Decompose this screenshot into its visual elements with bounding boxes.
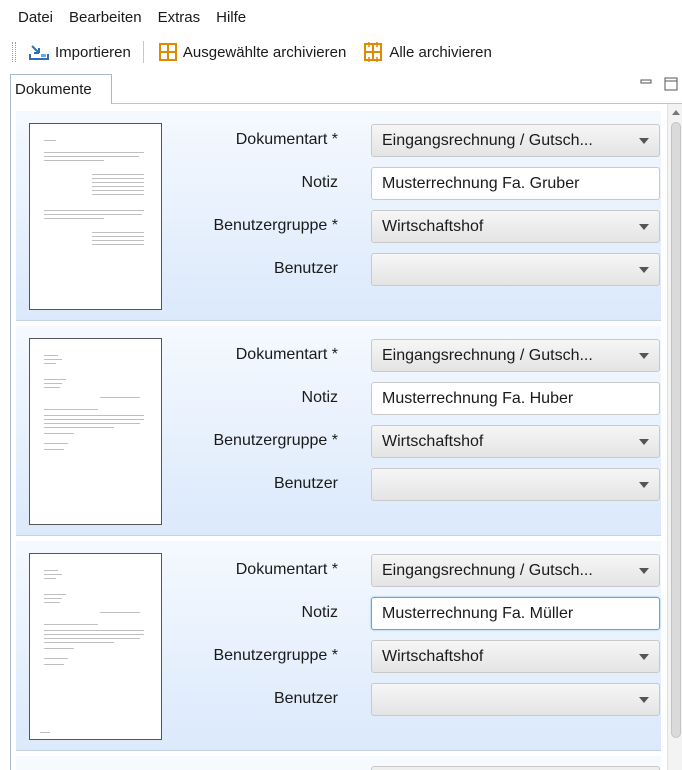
doctype-select[interactable]: Eingangsrechnung / Gutsch... [371, 339, 660, 372]
chevron-down-icon [639, 353, 649, 359]
note-input[interactable]: Musterrechnung Fa. Müller [371, 597, 660, 630]
archive-icon [158, 43, 177, 61]
note-label: Notiz [301, 604, 338, 621]
archive-all-label: Alle archivieren [389, 43, 492, 61]
user-select[interactable] [371, 253, 660, 286]
doctype-select[interactable]: Eingangsrechnung / Gutsch... [371, 554, 660, 587]
chevron-down-icon [639, 482, 649, 488]
note-label: Notiz [301, 389, 338, 406]
doctype-value: Eingangsrechnung / Gutsch... [382, 562, 593, 579]
note-input[interactable]: Musterrechnung Fa. Gruber [371, 167, 660, 200]
import-button[interactable]: Importieren [24, 38, 135, 66]
note-input[interactable]: Musterrechnung Fa. Huber [371, 382, 660, 415]
user-label: Benutzer [273, 475, 338, 492]
chevron-down-icon [639, 568, 649, 574]
document-card: Dokumentart * Eingangsrechnung / Gutsch.… [16, 541, 661, 751]
document-thumbnail[interactable] [29, 553, 162, 740]
chevron-down-icon [639, 224, 649, 230]
doctype-select[interactable]: Eingangsrechnung / Gutsch... [371, 124, 660, 157]
usergroup-value: Wirtschaftshof [382, 433, 484, 450]
doctype-label: Dokumentart * [235, 346, 338, 363]
user-label: Benutzer [273, 690, 338, 707]
archive-all-button[interactable]: Alle archivieren [358, 38, 496, 66]
usergroup-select[interactable]: Wirtschaftshof [371, 210, 660, 243]
usergroup-value: Wirtschaftshof [382, 648, 484, 665]
import-icon [29, 45, 49, 60]
minimize-icon[interactable] [640, 77, 652, 91]
menu-datei[interactable]: Datei [18, 9, 53, 26]
document-card-partial [16, 756, 661, 770]
menu-bearbeiten[interactable]: Bearbeiten [69, 9, 142, 26]
document-thumbnail[interactable] [29, 123, 162, 310]
usergroup-select[interactable]: Wirtschaftshof [371, 640, 660, 673]
view-controls [628, 77, 678, 91]
toolbar-separator [142, 41, 144, 63]
note-label: Notiz [301, 174, 338, 191]
toolbar-grip[interactable] [12, 42, 16, 62]
menu-extras[interactable]: Extras [158, 9, 201, 26]
usergroup-value: Wirtschaftshof [382, 218, 484, 235]
usergroup-select[interactable]: Wirtschaftshof [371, 425, 660, 458]
tab-bar: Dokumente [10, 72, 682, 105]
document-card: Dokumentart * Eingangsrechnung / Gutsch.… [16, 111, 661, 321]
vertical-scrollbar[interactable] [667, 104, 682, 770]
doctype-value: Eingangsrechnung / Gutsch... [382, 132, 593, 149]
menu-hilfe[interactable]: Hilfe [216, 9, 246, 26]
user-select[interactable] [371, 683, 660, 716]
doctype-label: Dokumentart * [235, 561, 338, 578]
archive-all-icon [364, 42, 383, 62]
usergroup-label: Benutzergruppe * [213, 647, 338, 664]
chevron-down-icon [639, 267, 649, 273]
doctype-value: Eingangsrechnung / Gutsch... [382, 347, 593, 364]
user-label: Benutzer [273, 260, 338, 277]
user-select[interactable] [371, 468, 660, 501]
archive-selected-button[interactable]: Ausgewählte archivieren [154, 38, 350, 66]
doctype-label: Dokumentart * [235, 131, 338, 148]
toolbar: Importieren Ausgewählte archivieren Alle… [0, 34, 682, 70]
doctype-select[interactable] [371, 766, 660, 770]
scrollbar-thumb[interactable] [671, 122, 681, 738]
maximize-icon[interactable] [664, 77, 678, 91]
chevron-down-icon [639, 439, 649, 445]
scroll-up-icon[interactable] [672, 110, 680, 115]
import-label: Importieren [55, 43, 131, 61]
tab-dokumente[interactable]: Dokumente [10, 74, 112, 105]
chevron-down-icon [639, 138, 649, 144]
document-card: Dokumentart * Eingangsrechnung / Gutsch.… [16, 326, 661, 536]
tab-label: Dokumente [15, 81, 92, 98]
usergroup-label: Benutzergruppe * [213, 432, 338, 449]
usergroup-label: Benutzergruppe * [213, 217, 338, 234]
documents-panel: Dokumentart * Eingangsrechnung / Gutsch.… [10, 104, 682, 770]
chevron-down-icon [639, 697, 649, 703]
document-thumbnail[interactable] [29, 338, 162, 525]
chevron-down-icon [639, 654, 649, 660]
archive-selected-label: Ausgewählte archivieren [182, 43, 347, 61]
menu-bar: Datei Bearbeiten Extras Hilfe [0, 0, 682, 34]
